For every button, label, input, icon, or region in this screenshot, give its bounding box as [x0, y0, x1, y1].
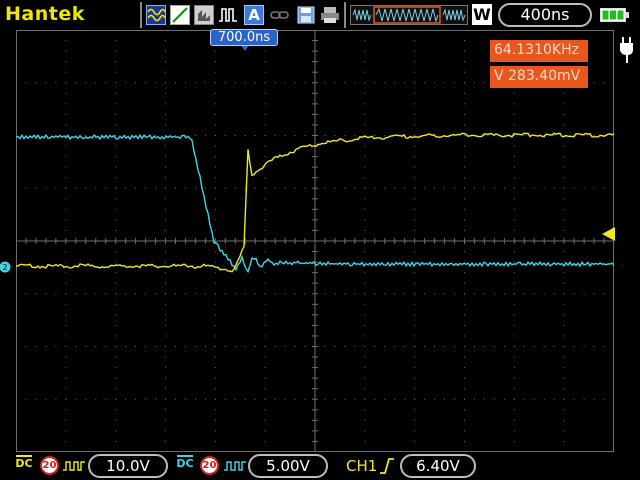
ch1-pulse-icon — [63, 460, 85, 472]
persist-icon[interactable] — [194, 5, 214, 25]
link-icon[interactable] — [270, 5, 290, 25]
bottom-status-bar: DC 20 10.0V DC 20 5.00V CH1 6.40V — [0, 452, 640, 480]
memory-icon — [350, 5, 468, 25]
svg-text:2: 2 — [2, 263, 7, 272]
ch1-scale-readout[interactable]: 10.0V — [88, 454, 168, 478]
power-plug-icon — [617, 36, 637, 64]
ch2-coupling-icon[interactable]: DC — [175, 455, 195, 477]
voltage-readout: V 283.40mV — [490, 66, 588, 88]
ch1-bw-limit-badge[interactable]: 20 — [40, 456, 59, 475]
print-icon[interactable] — [320, 5, 340, 25]
top-status-bar: Hantek A W 400ns — [0, 0, 640, 30]
save-icon[interactable] — [296, 5, 316, 25]
window-zoom-button[interactable]: W — [472, 4, 492, 25]
ch2-pulse-icon — [224, 460, 246, 472]
graticule — [16, 30, 614, 452]
rising-edge-icon[interactable] — [379, 457, 395, 475]
ch2-coupling-label: DC — [176, 457, 194, 470]
ch2-ground-marker[interactable]: 2 — [0, 260, 12, 274]
slope-icon[interactable] — [170, 5, 190, 25]
trigger-source-label[interactable]: CH1 — [346, 457, 377, 475]
wave-mode-icon[interactable] — [146, 5, 166, 25]
trigger-level-marker[interactable] — [600, 226, 616, 242]
ch2-bw-limit-badge[interactable]: 20 — [200, 456, 219, 475]
brand-logo: Hantek — [5, 3, 85, 25]
toolbar-divider — [140, 2, 142, 28]
trigger-level-readout[interactable]: 6.40V — [400, 454, 476, 478]
trigger-time-readout: 700.0ns — [210, 29, 278, 46]
ch2-scale-readout[interactable]: 5.00V — [248, 454, 328, 478]
frequency-readout: 64.1310KHz — [490, 40, 588, 62]
waveform-display — [16, 30, 614, 452]
ch1-coupling-icon[interactable]: DC — [14, 455, 34, 477]
pulse-icon[interactable] — [218, 5, 238, 25]
ch1-coupling-label: DC — [15, 457, 33, 470]
timebase-readout[interactable]: 400ns — [498, 3, 592, 27]
toolbar-divider — [344, 2, 346, 28]
auto-button[interactable]: A — [244, 5, 264, 25]
battery-icon — [600, 8, 630, 22]
